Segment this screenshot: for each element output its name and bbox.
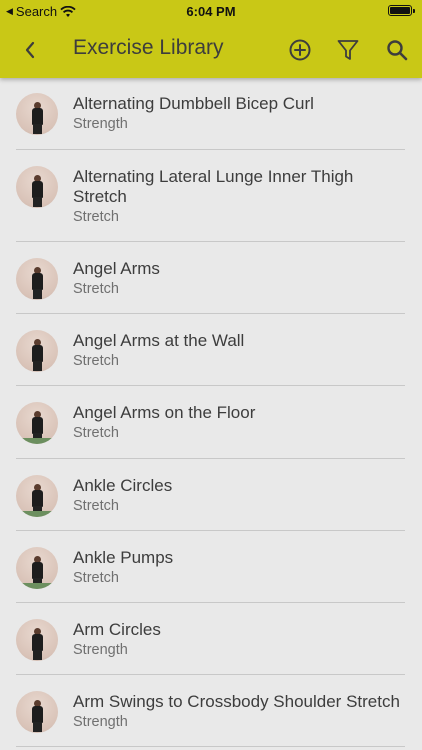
app-header: ◀ Search 6:04 PM Exercise Library [0, 0, 422, 78]
list-item[interactable]: Angel Arms on the Floor Stretch [0, 386, 422, 459]
add-circle-icon [289, 39, 311, 61]
status-bar: ◀ Search 6:04 PM [0, 0, 422, 22]
exercise-category: Stretch [73, 425, 119, 441]
exercise-title: Alternating Lateral Lunge Inner Thigh St… [73, 167, 354, 206]
exercise-thumbnail [16, 619, 58, 661]
exercise-title: Ankle Circles [73, 476, 173, 495]
filter-icon [337, 40, 359, 60]
exercise-thumbnail [16, 402, 58, 444]
exercise-category: Strength [73, 116, 128, 132]
exercise-thumbnail [16, 475, 58, 517]
add-exercise-button[interactable] [286, 36, 314, 64]
exercise-thumbnail [16, 93, 58, 135]
list-item[interactable]: Ankle Circles Stretch [0, 459, 422, 531]
exercise-title: Angel Arms [73, 259, 160, 278]
list-item[interactable]: Angel Arms at the Wall Stretch [0, 314, 422, 386]
exercise-title: Ankle Pumps [73, 548, 174, 567]
exercise-category: Strength [73, 642, 128, 658]
exercise-thumbnail [16, 547, 58, 589]
exercise-category: Stretch [73, 281, 119, 297]
exercise-category: Stretch [73, 209, 119, 225]
list-item[interactable]: Alternating Lateral Lunge Inner Thigh St… [0, 150, 422, 242]
navigation-bar: Exercise Library [0, 22, 422, 78]
exercise-thumbnail [16, 330, 58, 372]
page-title: Exercise Library [73, 36, 224, 59]
exercise-title: Arm Swings to Crossbody Shoulder Stretch [73, 692, 400, 711]
exercise-category: Stretch [73, 353, 119, 369]
search-icon [387, 40, 408, 61]
list-item[interactable]: Ankle Pumps Stretch [0, 531, 422, 603]
exercise-thumbnail [16, 166, 58, 208]
filter-button[interactable] [334, 36, 362, 64]
list-item[interactable]: Arm Circles Strength [0, 603, 422, 675]
exercise-category: Stretch [73, 570, 119, 586]
exercise-title: Angel Arms at the Wall [73, 331, 245, 350]
back-button[interactable] [18, 36, 42, 64]
list-item[interactable]: Alternating Dumbbell Bicep Curl Strength [0, 78, 422, 150]
battery-icon [388, 5, 415, 16]
chevron-left-icon [25, 41, 35, 59]
exercise-title: Alternating Dumbbell Bicep Curl [73, 94, 314, 113]
list-item[interactable]: Angel Arms Stretch [0, 242, 422, 314]
divider [16, 746, 405, 747]
exercise-title: Arm Circles [73, 620, 161, 639]
exercise-thumbnail [16, 258, 58, 300]
search-button[interactable] [383, 36, 411, 64]
exercise-category: Stretch [73, 498, 119, 514]
exercise-title: Angel Arms on the Floor [73, 403, 256, 422]
status-time: 6:04 PM [186, 4, 236, 19]
exercise-thumbnail [16, 691, 58, 733]
exercise-category: Strength [73, 714, 128, 730]
list-item[interactable]: Arm Swings to Crossbody Shoulder Stretch… [0, 675, 422, 747]
